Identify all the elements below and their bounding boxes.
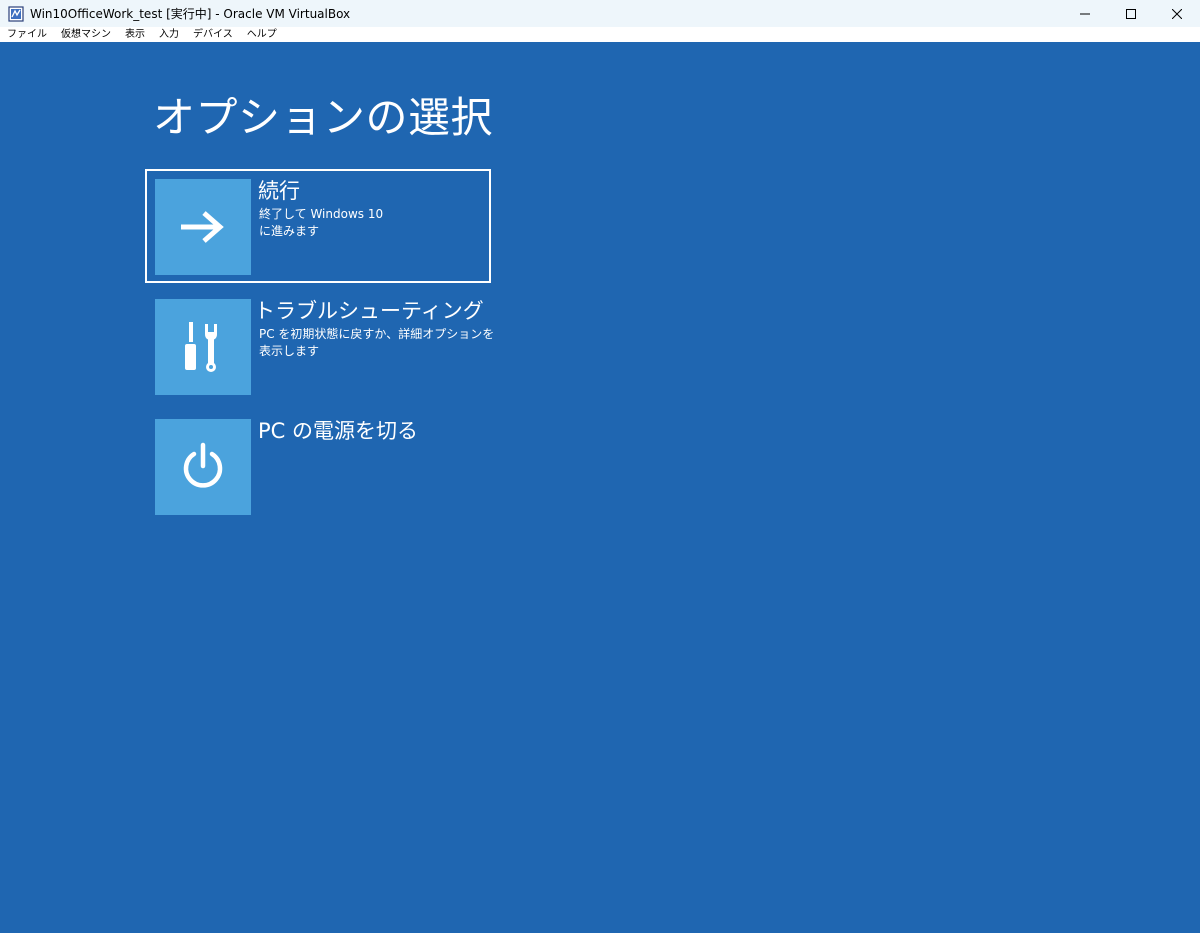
tools-icon (185, 322, 217, 372)
menu-help[interactable]: ヘルプ (240, 27, 284, 42)
option-troubleshoot-desc-line1: PC を初期状態に戻すか、詳細オプションを (259, 327, 495, 341)
maximize-icon (1126, 8, 1136, 19)
option-continue-tile[interactable] (155, 179, 251, 275)
close-button[interactable] (1154, 0, 1200, 27)
virtualbox-window: Win10OfficeWork_test [実行中] - Oracle VM V… (0, 0, 1200, 933)
close-icon (1172, 8, 1182, 19)
option-troubleshoot-desc-line2: 表示します (259, 344, 320, 358)
power-icon (183, 442, 223, 488)
menu-input[interactable]: 入力 (152, 27, 186, 42)
menu-view[interactable]: 表示 (118, 27, 152, 42)
menu-file[interactable]: ファイル (0, 27, 54, 42)
option-power-off-tile[interactable] (155, 419, 251, 515)
guest-screen[interactable]: オプションの選択 続行 終了して Windows 10 に進みます トラブルシュ… (0, 42, 1200, 933)
option-continue[interactable]: 続行 終了して Windows 10 に進みます (145, 169, 491, 283)
option-troubleshoot-description: PC を初期状態に戻すか、詳細オプションを 表示します (259, 326, 495, 360)
page-title: オプションの選択 (153, 93, 494, 142)
option-continue-title: 続行 (258, 179, 300, 203)
window-controls (1062, 0, 1200, 27)
title-bar[interactable]: Win10OfficeWork_test [実行中] - Oracle VM V… (0, 0, 1200, 27)
option-troubleshoot[interactable]: トラブルシューティング PC を初期状態に戻すか、詳細オプションを 表示します (145, 289, 495, 403)
option-continue-desc-line1: 終了して Windows 10 (259, 207, 384, 221)
menu-devices[interactable]: デバイス (186, 27, 240, 42)
window-title: Win10OfficeWork_test [実行中] - Oracle VM V… (30, 7, 351, 21)
virtualbox-app-icon[interactable] (8, 5, 24, 22)
option-troubleshoot-title: トラブルシューティング (254, 299, 484, 323)
arrow-right-icon (181, 211, 224, 243)
menu-bar: ファイル 仮想マシン 表示 入力 デバイス ヘルプ (0, 27, 1200, 42)
menu-machine[interactable]: 仮想マシン (54, 27, 118, 42)
option-power-off[interactable]: PC の電源を切る (145, 409, 491, 523)
option-power-off-title: PC の電源を切る (258, 419, 419, 443)
maximize-button[interactable] (1108, 0, 1154, 27)
option-continue-description: 終了して Windows 10 に進みます (259, 206, 481, 240)
option-continue-desc-line2: に進みます (259, 224, 320, 238)
minimize-icon (1080, 13, 1090, 14)
option-troubleshoot-tile[interactable] (155, 299, 251, 395)
minimize-button[interactable] (1062, 0, 1108, 27)
